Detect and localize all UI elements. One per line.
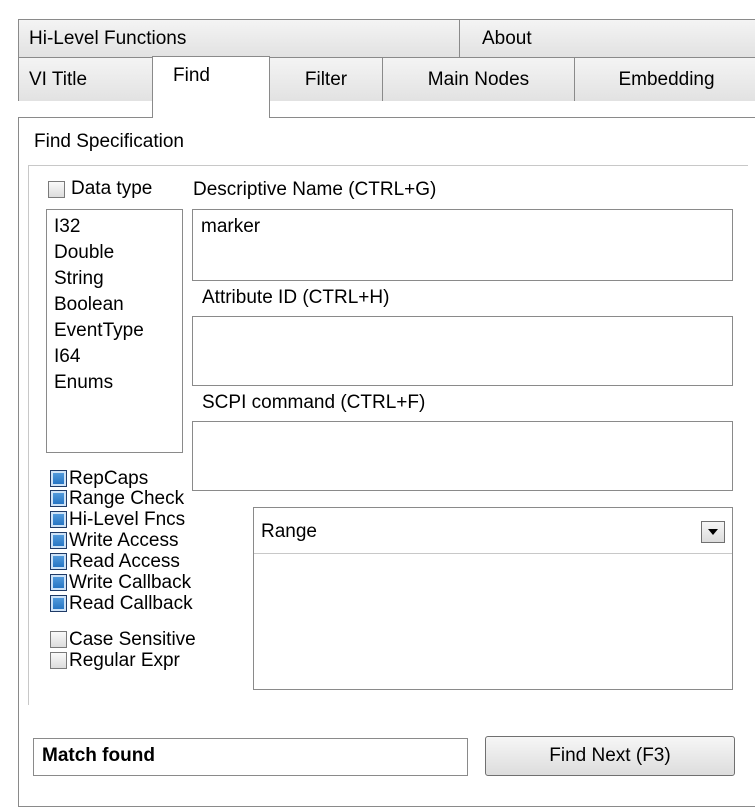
hi-level-fncs-checkbox[interactable] <box>50 511 67 528</box>
list-item[interactable]: Boolean <box>54 292 182 318</box>
data-type-label[interactable]: Data type <box>71 178 152 200</box>
range-select-value[interactable]: Range <box>261 521 317 543</box>
tab-find[interactable]: Find <box>152 56 270 118</box>
list-item[interactable]: I32 <box>54 214 182 240</box>
list-item[interactable]: EventType <box>54 318 182 344</box>
status-field: Match found <box>33 738 468 776</box>
repcaps-checkbox[interactable] <box>50 470 67 487</box>
tab-label: Embedding <box>618 69 715 90</box>
chevron-down-icon <box>708 529 718 535</box>
regular-expr-label[interactable]: Regular Expr <box>69 651 180 671</box>
find-next-label: Find Next (F3) <box>549 745 671 766</box>
write-callback-label[interactable]: Write Callback <box>69 573 191 593</box>
write-access-label[interactable]: Write Access <box>69 531 178 551</box>
list-item[interactable]: Double <box>54 240 182 266</box>
attribute-id-label: Attribute ID (CTRL+H) <box>202 287 390 308</box>
tab-label: Hi-Level Functions <box>29 28 187 49</box>
range-check-label[interactable]: Range Check <box>69 489 184 509</box>
range-check-checkbox[interactable] <box>50 490 67 507</box>
case-sensitive-label[interactable]: Case Sensitive <box>69 630 196 650</box>
scpi-command-field[interactable] <box>192 421 733 491</box>
tab-main-nodes[interactable]: Main Nodes <box>382 57 575 101</box>
read-callback-label[interactable]: Read Callback <box>69 594 193 614</box>
descriptive-name-label: Descriptive Name (CTRL+G) <box>193 179 437 200</box>
list-item[interactable]: String <box>54 266 182 292</box>
write-callback-checkbox[interactable] <box>50 574 67 591</box>
tab-filter[interactable]: Filter <box>269 57 383 101</box>
data-type-checkbox[interactable] <box>48 181 65 198</box>
list-item[interactable]: Enums <box>54 370 182 396</box>
tab-hi-level-functions[interactable]: Hi-Level Functions <box>18 19 460 57</box>
tab-vi-title[interactable]: VI Title <box>18 57 154 101</box>
range-select-divider <box>254 553 732 554</box>
range-listbox[interactable] <box>253 507 733 690</box>
tab-embedding[interactable]: Embedding <box>574 57 755 101</box>
tab-label: Find <box>173 65 210 86</box>
read-callback-checkbox[interactable] <box>50 595 67 612</box>
status-text: Match found <box>42 745 155 766</box>
case-sensitive-checkbox[interactable] <box>50 631 67 648</box>
repcaps-label[interactable]: RepCaps <box>69 469 148 489</box>
tab-label: Filter <box>304 69 348 90</box>
tab-label: Main Nodes <box>427 69 530 90</box>
scpi-command-label: SCPI command (CTRL+F) <box>202 392 426 413</box>
range-dropdown-button[interactable] <box>701 521 725 543</box>
read-access-label[interactable]: Read Access <box>69 552 180 572</box>
find-next-button[interactable]: Find Next (F3) <box>485 736 735 776</box>
tab-label: VI Title <box>29 69 88 90</box>
tab-about[interactable]: About <box>459 19 755 57</box>
hi-level-fncs-label[interactable]: Hi-Level Fncs <box>69 510 185 530</box>
read-access-checkbox[interactable] <box>50 553 67 570</box>
data-type-list[interactable]: I32 Double String Boolean EventType I64 … <box>46 209 183 453</box>
list-item[interactable]: I64 <box>54 344 182 370</box>
section-title: Find Specification <box>34 131 184 152</box>
regular-expr-checkbox[interactable] <box>50 652 67 669</box>
tab-label: About <box>482 28 532 49</box>
descriptive-name-field[interactable]: marker <box>192 209 733 281</box>
write-access-checkbox[interactable] <box>50 532 67 549</box>
attribute-id-field[interactable] <box>192 316 733 386</box>
